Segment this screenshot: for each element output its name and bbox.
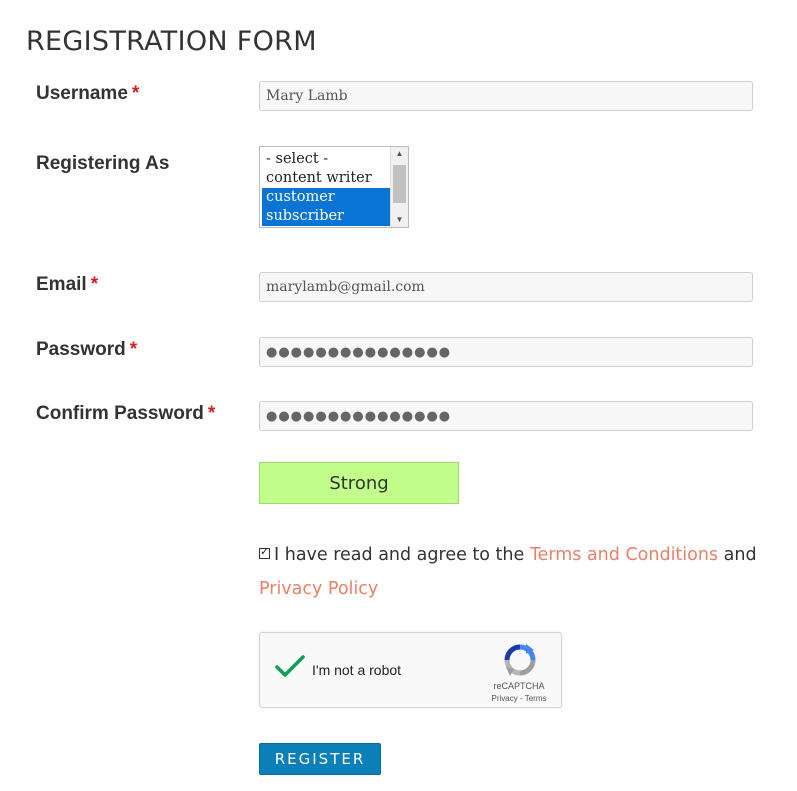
agree-and-text: and bbox=[723, 545, 757, 565]
scroll-thumb[interactable] bbox=[393, 165, 406, 203]
registering-as-label-text: Registering As bbox=[36, 153, 170, 174]
password-field[interactable]: ●●●●●●●●●●●●●●● bbox=[259, 337, 753, 367]
listbox-option-subscriber[interactable]: subscriber bbox=[262, 207, 390, 226]
username-label: Username * bbox=[36, 83, 139, 105]
scroll-up-arrow-icon[interactable]: ▲ bbox=[391, 147, 408, 161]
recaptcha-checkmark-icon[interactable] bbox=[274, 653, 306, 681]
registering-as-listbox[interactable]: - select - content writer customer subsc… bbox=[259, 146, 409, 228]
listbox-option-customer[interactable]: customer bbox=[262, 188, 390, 207]
email-label: Email * bbox=[36, 274, 98, 296]
listbox-option-content-writer[interactable]: content writer bbox=[262, 169, 390, 188]
recaptcha-widget[interactable]: I'm not a robot reCAPTCHA Privacy - Term… bbox=[259, 632, 562, 708]
listbox-option-select[interactable]: - select - bbox=[262, 150, 390, 169]
page-title: REGISTRATION FORM bbox=[26, 26, 317, 57]
recaptcha-brand: reCAPTCHA bbox=[493, 681, 545, 691]
registering-as-label: Registering As bbox=[36, 153, 169, 175]
password-label: Password * bbox=[36, 339, 137, 361]
register-button[interactable]: REGISTER bbox=[259, 743, 381, 775]
confirm-password-field[interactable]: ●●●●●●●●●●●●●●● bbox=[259, 401, 753, 431]
confirm-password-value: ●●●●●●●●●●●●●●● bbox=[266, 408, 452, 424]
password-value: ●●●●●●●●●●●●●●● bbox=[266, 344, 452, 360]
password-strength-label: Strong bbox=[329, 472, 389, 494]
listbox-options: - select - content writer customer subsc… bbox=[262, 150, 390, 226]
agree-text: I have read and agree to the bbox=[274, 545, 525, 565]
privacy-policy-link[interactable]: Privacy Policy bbox=[259, 579, 378, 599]
listbox-scrollbar[interactable]: ▲ ▼ bbox=[390, 147, 408, 227]
terms-and-conditions-link[interactable]: Terms and Conditions bbox=[530, 545, 718, 565]
username-label-text: Username bbox=[36, 83, 128, 104]
required-asterisk: * bbox=[90, 274, 99, 295]
recaptcha-links: Privacy - Terms bbox=[484, 694, 554, 703]
terms-agreement: ✓ I have read and agree to the Terms and … bbox=[259, 538, 759, 606]
email-value: marylamb@gmail.com bbox=[266, 279, 425, 295]
email-field[interactable]: marylamb@gmail.com bbox=[259, 272, 753, 302]
terms-checkbox[interactable]: ✓ bbox=[259, 545, 270, 559]
recaptcha-label: I'm not a robot bbox=[312, 662, 402, 678]
recaptcha-links-separator: - bbox=[519, 694, 523, 703]
required-asterisk: * bbox=[129, 339, 138, 360]
recaptcha-privacy-link[interactable]: Privacy bbox=[492, 694, 518, 703]
email-label-text: Email bbox=[36, 274, 87, 295]
scroll-down-arrow-icon[interactable]: ▼ bbox=[391, 213, 408, 227]
required-asterisk: * bbox=[207, 403, 216, 424]
required-asterisk: * bbox=[131, 83, 140, 104]
password-label-text: Password bbox=[36, 339, 126, 360]
confirm-password-label: Confirm Password * bbox=[36, 403, 215, 425]
password-strength-indicator: Strong bbox=[259, 462, 459, 504]
checkmark-icon: ✓ bbox=[260, 545, 270, 558]
username-input[interactable]: Mary Lamb bbox=[259, 81, 753, 111]
confirm-password-label-text: Confirm Password bbox=[36, 403, 204, 424]
recaptcha-terms-link[interactable]: Terms bbox=[525, 694, 547, 703]
recaptcha-logo-icon bbox=[504, 644, 536, 676]
username-value: Mary Lamb bbox=[266, 88, 348, 104]
